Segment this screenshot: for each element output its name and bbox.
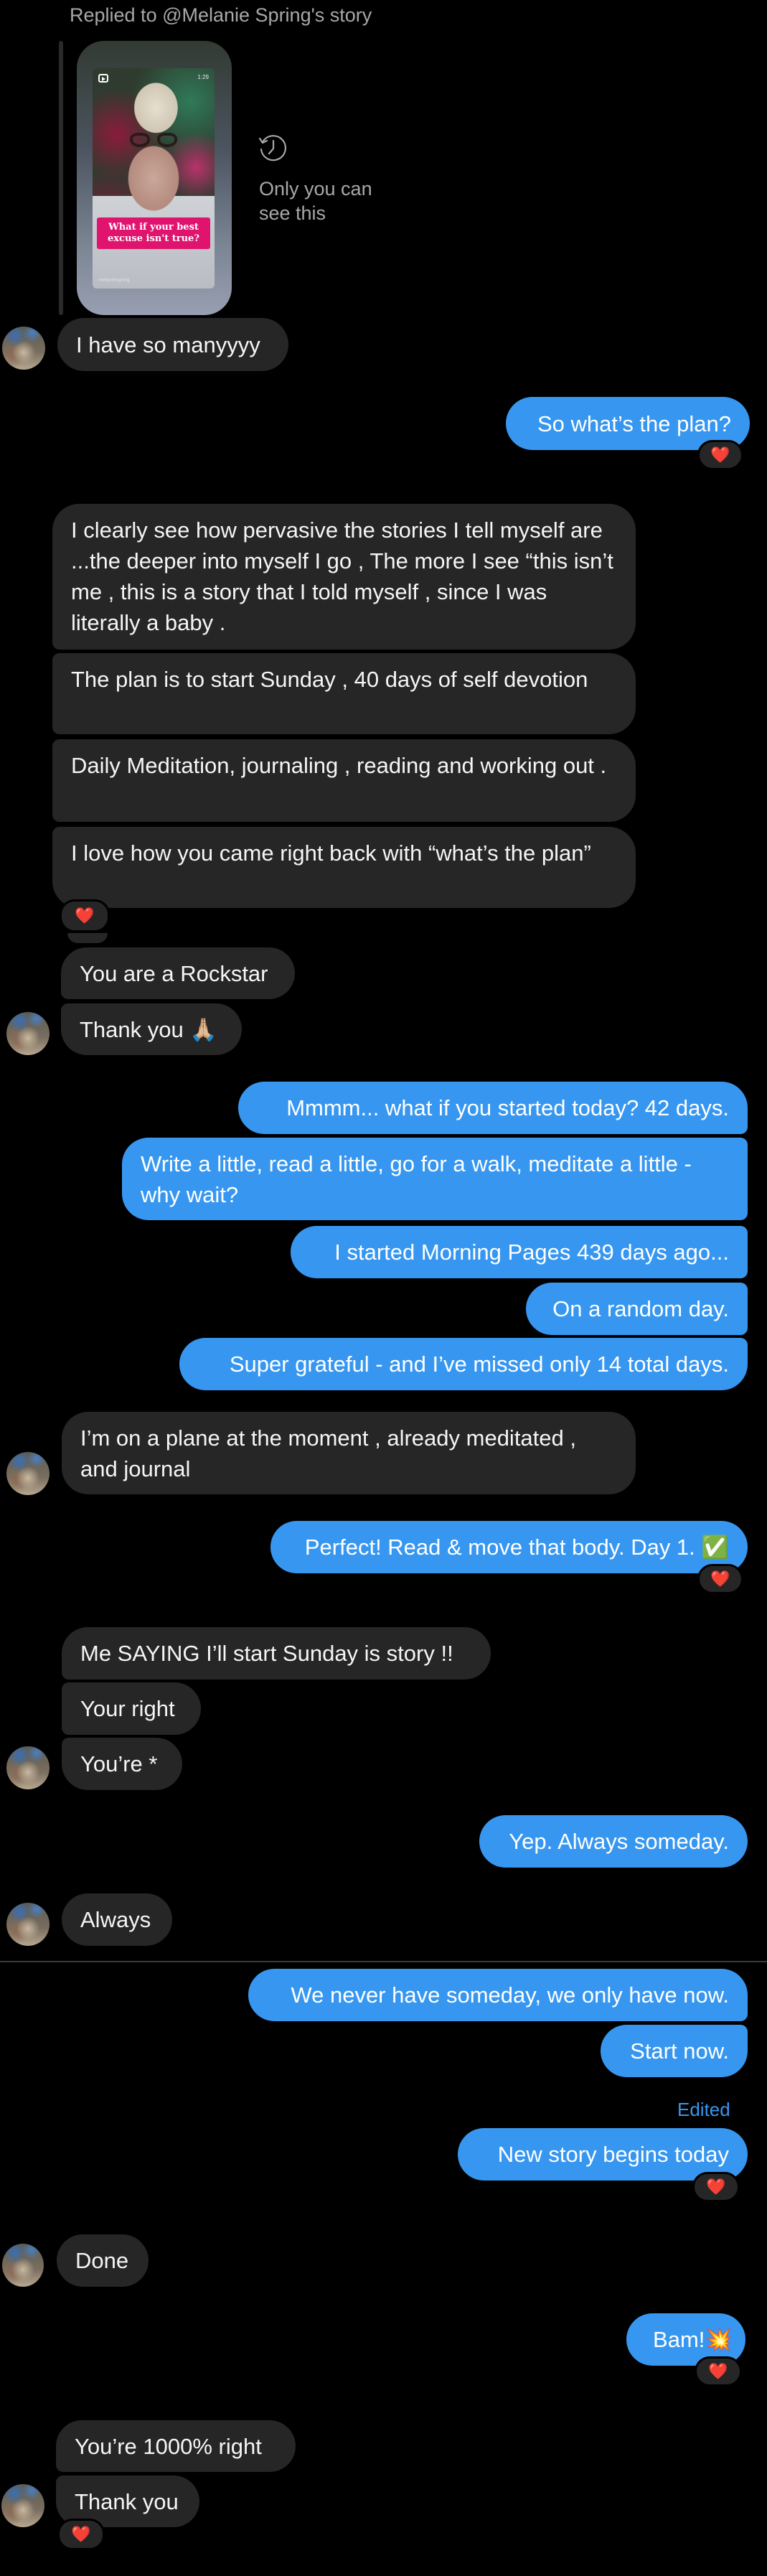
contact-avatar[interactable] — [6, 1746, 50, 1789]
message-received[interactable]: You are a Rockstar — [61, 947, 295, 999]
heart-reaction[interactable]: ❤️ — [697, 440, 743, 470]
heart-reaction[interactable]: ❤️ — [695, 2356, 742, 2387]
contact-avatar[interactable] — [6, 1903, 50, 1946]
message-received[interactable]: I clearly see how pervasive the stories … — [52, 504, 636, 650]
message-received[interactable]: Your right — [62, 1682, 201, 1735]
message-sent[interactable]: We never have someday, we only have now. — [248, 1969, 748, 2021]
story-caption: What if your best excuse isn't true? — [97, 217, 210, 249]
story-handle: melaniespring — [98, 278, 130, 283]
message-received[interactable]: Always — [62, 1893, 172, 1946]
message-sent[interactable]: Perfect! Read & move that body. Day 1. ✅ — [270, 1521, 748, 1573]
replied-to-story-label: Replied to @Melanie Spring's story — [70, 4, 372, 26]
reaction-stack-indicator — [67, 933, 108, 943]
reply-quote-bar — [59, 41, 63, 315]
heart-reaction[interactable]: ❤️ — [60, 899, 110, 932]
message-received[interactable]: I’m on a plane at the moment , already m… — [62, 1412, 636, 1494]
message-sent[interactable]: Write a little, read a little, go for a … — [122, 1138, 748, 1220]
reels-icon — [98, 74, 108, 83]
message-received[interactable]: The plan is to start Sunday , 40 days of… — [52, 653, 636, 734]
contact-avatar[interactable] — [2, 327, 45, 370]
edited-label: Edited — [677, 2099, 730, 2120]
contact-avatar[interactable] — [6, 1452, 50, 1495]
story-person-glasses — [130, 133, 177, 149]
story-duration: 1:29 — [197, 74, 209, 80]
message-received[interactable]: Done — [57, 2234, 149, 2287]
message-sent[interactable]: I started Morning Pages 439 days ago... — [291, 1226, 748, 1278]
message-received[interactable]: You’re * — [62, 1738, 182, 1790]
message-received[interactable]: Thank you 🙏🏼 — [61, 1003, 242, 1055]
message-sent[interactable]: On a random day. — [526, 1283, 748, 1335]
message-received[interactable]: Me SAYING I’ll start Sunday is story !! — [62, 1627, 491, 1680]
message-received[interactable]: I love how you came right back with “wha… — [52, 827, 636, 908]
visibility-note: Only you can see this — [259, 178, 372, 224]
message-sent[interactable]: Super grateful - and I’ve missed only 14… — [179, 1338, 748, 1390]
contact-avatar[interactable] — [2, 2244, 44, 2287]
message-received[interactable]: You’re 1000% right — [56, 2420, 296, 2472]
story-thumbnail: 1:29 What if your best excuse isn't true… — [93, 68, 215, 289]
history-clock-icon — [258, 135, 286, 161]
message-sent[interactable]: Start now. — [601, 2025, 748, 2077]
message-received[interactable]: I have so manyyyy — [57, 318, 288, 371]
message-sent[interactable]: Yep. Always someday. — [479, 1815, 748, 1868]
message-sent[interactable]: Mmmm... what if you started today? 42 da… — [238, 1082, 748, 1134]
story-preview[interactable]: 1:29 What if your best excuse isn't true… — [77, 41, 232, 315]
contact-avatar[interactable] — [1, 2484, 44, 2527]
contact-avatar[interactable] — [6, 1012, 50, 1055]
heart-reaction[interactable]: ❤️ — [697, 1564, 743, 1594]
message-received[interactable]: Daily Meditation, journaling , reading a… — [52, 739, 636, 822]
heart-reaction[interactable]: ❤️ — [692, 2172, 740, 2202]
new-messages-divider — [0, 1961, 767, 1962]
heart-reaction[interactable]: ❤️ — [57, 2519, 105, 2550]
